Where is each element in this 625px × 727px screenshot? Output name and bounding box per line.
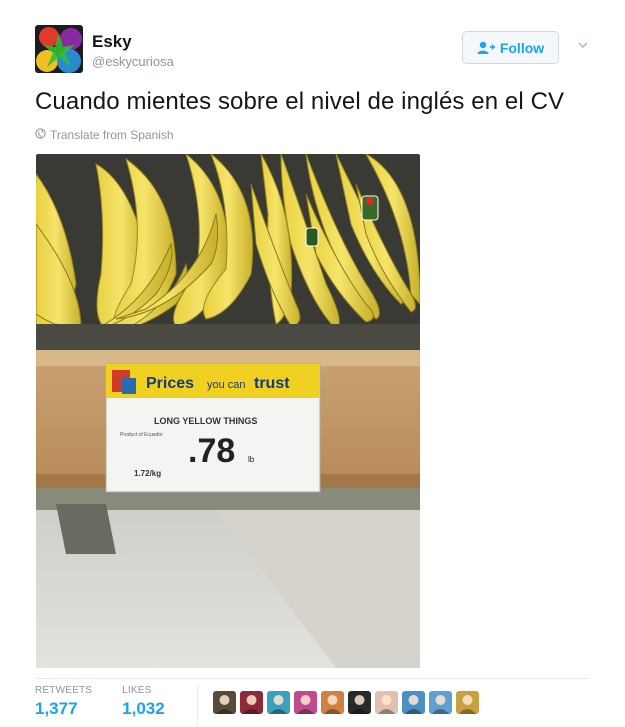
- retweets-label: RETWEETS: [35, 685, 93, 696]
- sign-origin: Product of Ecuador: [120, 432, 163, 438]
- likes-stat[interactable]: LIKES 1,032: [122, 685, 165, 719]
- tweet-photo[interactable]: Prices you can trust LONG YELLOW THINGS …: [36, 154, 420, 668]
- likes-count: 1,032: [122, 699, 165, 718]
- liker-avatars: [213, 691, 479, 714]
- likes-label: LIKES: [122, 685, 152, 696]
- liker-avatar[interactable]: [402, 691, 425, 714]
- liker-avatar[interactable]: [267, 691, 290, 714]
- follow-label: Follow: [499, 39, 545, 56]
- liker-avatar[interactable]: [294, 691, 317, 714]
- divider: [35, 678, 590, 679]
- liker-avatar[interactable]: [348, 691, 371, 714]
- translate-link[interactable]: Translate from Spanish: [35, 128, 174, 142]
- sign-brand-youcan: you can: [207, 379, 246, 391]
- avatar[interactable]: [35, 25, 83, 73]
- liker-avatar[interactable]: [429, 691, 452, 714]
- liker-avatar[interactable]: [456, 691, 479, 714]
- follow-button[interactable]: Follow: [462, 31, 559, 64]
- author-handle[interactable]: @eskycuriosa: [92, 54, 174, 69]
- tweet-stats: RETWEETS 1,377 LIKES 1,032: [35, 685, 195, 719]
- liker-avatar[interactable]: [375, 691, 398, 714]
- follow-user-icon: [477, 41, 495, 55]
- sign-brand-trust: trust: [254, 375, 290, 392]
- retweets-count: 1,377: [35, 699, 78, 718]
- chevron-down-icon[interactable]: [576, 38, 590, 52]
- globe-icon: [35, 128, 46, 142]
- sign-price-kg: 1.72/kg: [134, 469, 161, 478]
- liker-avatar[interactable]: [321, 691, 344, 714]
- sign-price: .78: [188, 432, 235, 470]
- sign-brand-prices: Prices: [146, 375, 194, 392]
- stats-divider: [197, 685, 198, 725]
- retweets-stat[interactable]: RETWEETS 1,377: [35, 685, 92, 719]
- author-name[interactable]: Esky: [92, 32, 132, 52]
- translate-label: Translate from Spanish: [50, 128, 174, 142]
- sign-product: LONG YELLOW THINGS: [154, 416, 257, 426]
- sign-unit: lb: [248, 455, 255, 464]
- tweet-text: Cuando mientes sobre el nivel de inglés …: [35, 88, 565, 115]
- liker-avatar[interactable]: [213, 691, 236, 714]
- liker-avatar[interactable]: [240, 691, 263, 714]
